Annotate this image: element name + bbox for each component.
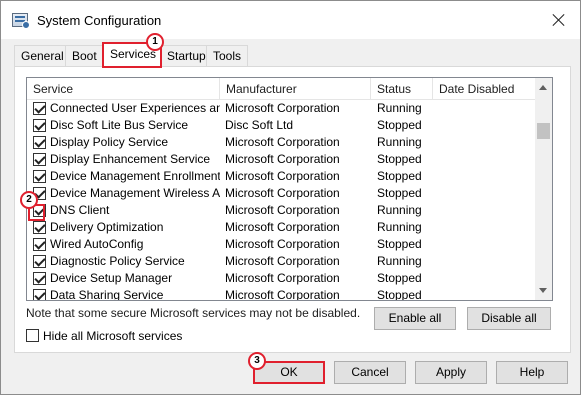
service-status: Stopped xyxy=(377,271,422,285)
service-name: Connected User Experiences an... xyxy=(50,101,220,115)
service-manufacturer: Microsoft Corporation xyxy=(225,220,340,234)
service-name: Display Enhancement Service xyxy=(50,152,211,166)
tab-tools[interactable]: Tools xyxy=(206,45,249,66)
table-row[interactable]: Connected User Experiences an... Microsof… xyxy=(27,100,537,117)
disable-all-button[interactable]: Disable all xyxy=(467,307,551,330)
table-row[interactable]: Data Sharing Service Microsoft Corporatio… xyxy=(27,287,537,301)
service-checkbox[interactable] xyxy=(33,170,46,183)
service-checkbox[interactable] xyxy=(33,136,46,149)
service-status: Running xyxy=(377,220,422,234)
step-marker-2: 2 xyxy=(20,191,38,209)
service-manufacturer: Microsoft Corporation xyxy=(225,254,340,268)
cancel-button[interactable]: Cancel xyxy=(334,361,406,384)
service-manufacturer: Microsoft Corporation xyxy=(225,186,340,200)
system-configuration-window: System Configuration General Boot Servic… xyxy=(0,0,581,395)
services-list[interactable]: Service Manufacturer Status Date Disable… xyxy=(26,77,553,301)
list-body: Connected User Experiences an... Microsof… xyxy=(27,100,537,301)
service-name: Device Management Enrollment ... xyxy=(50,169,220,183)
service-status: Stopped xyxy=(377,152,422,166)
tab-boot[interactable]: Boot xyxy=(65,45,104,66)
service-name: Device Setup Manager xyxy=(50,271,173,285)
service-status: Stopped xyxy=(377,186,422,200)
service-status: Running xyxy=(377,254,422,268)
service-status: Stopped xyxy=(377,118,422,132)
scroll-down-arrow-icon[interactable] xyxy=(539,288,547,293)
service-checkbox[interactable] xyxy=(33,272,46,285)
vertical-scrollbar[interactable] xyxy=(535,78,552,300)
tab-general[interactable]: General xyxy=(14,45,71,66)
secure-services-note: Note that some secure Microsoft services… xyxy=(26,306,361,320)
enable-all-button[interactable]: Enable all xyxy=(374,307,456,330)
column-header-service[interactable]: Service xyxy=(27,78,220,100)
table-row[interactable]: Device Management Enrollment ... Microsof… xyxy=(27,168,537,185)
service-status: Stopped xyxy=(377,169,422,183)
service-checkbox[interactable] xyxy=(33,153,46,166)
service-manufacturer: Microsoft Corporation xyxy=(225,152,340,166)
table-row[interactable]: Display Enhancement Service Microsoft Cor… xyxy=(27,151,537,168)
scroll-up-arrow-icon[interactable] xyxy=(539,85,547,90)
table-row[interactable]: Device Setup Manager Microsoft Corporatio… xyxy=(27,270,537,287)
tab-startup[interactable]: Startup xyxy=(160,45,213,66)
column-header-status[interactable]: Status xyxy=(371,78,433,100)
service-manufacturer: Microsoft Corporation xyxy=(225,288,340,301)
service-manufacturer: Disc Soft Ltd xyxy=(225,118,294,132)
service-manufacturer: Microsoft Corporation xyxy=(225,271,340,285)
service-name: Delivery Optimization xyxy=(50,220,164,234)
column-header-date-disabled[interactable]: Date Disabled xyxy=(433,78,537,100)
hide-microsoft-services-label: Hide all Microsoft services xyxy=(43,329,183,343)
service-name: Display Policy Service xyxy=(50,135,169,149)
table-row[interactable]: Device Management Wireless Ap... Microsof… xyxy=(27,185,537,202)
service-name: DNS Client xyxy=(50,203,110,217)
service-status: Running xyxy=(377,101,422,115)
msconfig-app-icon xyxy=(12,13,30,29)
service-checkbox[interactable] xyxy=(33,119,46,132)
hide-microsoft-services-checkbox[interactable] xyxy=(26,329,39,342)
service-checkbox[interactable] xyxy=(33,289,46,300)
service-checkbox[interactable] xyxy=(33,255,46,268)
service-manufacturer: Microsoft Corporation xyxy=(225,169,340,183)
help-button[interactable]: Help xyxy=(496,361,568,384)
column-header-manufacturer[interactable]: Manufacturer xyxy=(220,78,371,100)
service-status: Running xyxy=(377,203,422,217)
service-name: Wired AutoConfig xyxy=(50,237,144,251)
service-name: Diagnostic Policy Service xyxy=(50,254,185,268)
service-checkbox[interactable] xyxy=(33,221,46,234)
service-manufacturer: Microsoft Corporation xyxy=(225,237,340,251)
service-name: Disc Soft Lite Bus Service xyxy=(50,118,189,132)
service-manufacturer: Microsoft Corporation xyxy=(225,203,340,217)
table-row[interactable]: DNS Client Microsoft Corporation Running xyxy=(27,202,537,219)
service-name: Data Sharing Service xyxy=(50,288,164,301)
service-name: Device Management Wireless Ap... xyxy=(50,186,220,200)
apply-button[interactable]: Apply xyxy=(415,361,487,384)
close-icon[interactable] xyxy=(550,11,568,29)
table-row[interactable]: Wired AutoConfig Microsoft Corporation Sto… xyxy=(27,236,537,253)
table-row[interactable]: Delivery Optimization Microsoft Corporati… xyxy=(27,219,537,236)
table-row[interactable]: Disc Soft Lite Bus Service Disc Soft Ltd S… xyxy=(27,117,537,134)
table-row[interactable]: Display Policy Service Microsoft Corporat… xyxy=(27,134,537,151)
window-title: System Configuration xyxy=(37,13,162,28)
scroll-thumb[interactable] xyxy=(537,123,550,139)
service-status: Running xyxy=(377,135,422,149)
service-manufacturer: Microsoft Corporation xyxy=(225,135,340,149)
table-row[interactable]: Diagnostic Policy Service Microsoft Corpo… xyxy=(27,253,537,270)
service-status: Stopped xyxy=(377,288,422,301)
service-checkbox[interactable] xyxy=(33,238,46,251)
step-marker-3: 3 xyxy=(248,352,266,370)
title-bar[interactable]: System Configuration xyxy=(1,1,580,39)
service-manufacturer: Microsoft Corporation xyxy=(225,101,340,115)
service-checkbox[interactable] xyxy=(33,102,46,115)
list-header: Service Manufacturer Status Date Disable… xyxy=(27,78,537,100)
step-marker-1: 1 xyxy=(146,33,164,51)
service-status: Stopped xyxy=(377,237,422,251)
